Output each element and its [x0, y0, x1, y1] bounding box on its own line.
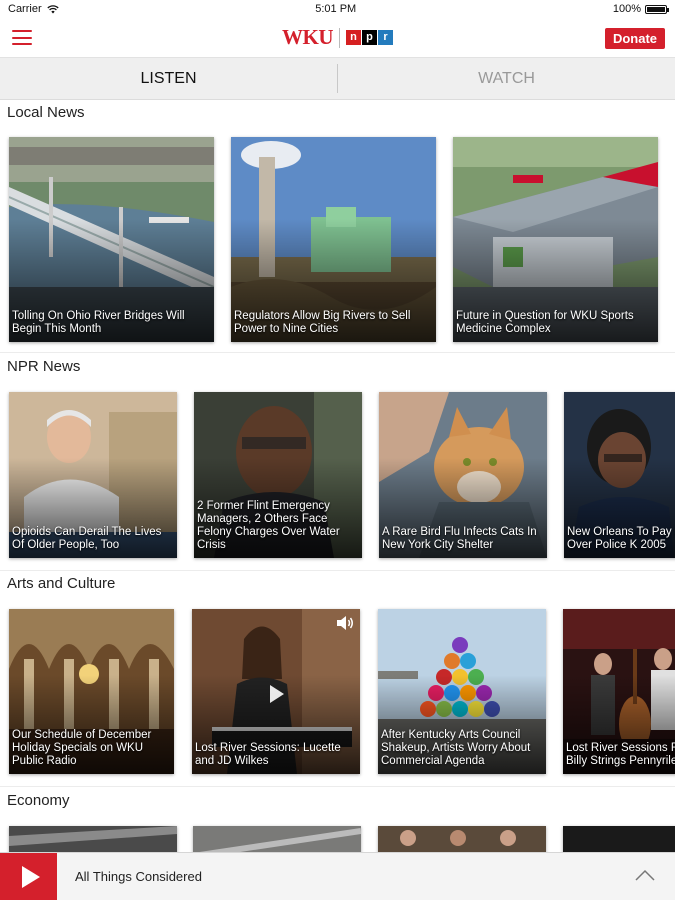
- content-feed[interactable]: Local News Tolling On Ohio River Bridges…: [0, 100, 675, 852]
- donate-button[interactable]: Donate: [604, 28, 665, 49]
- story-caption: Lost River Sessions Replay: Billy String…: [566, 742, 675, 767]
- status-left: Carrier: [8, 3, 59, 15]
- logo-npr: n p r: [346, 30, 393, 45]
- economy-photo: [378, 826, 546, 852]
- section-title-economy: Economy: [7, 792, 70, 809]
- story-tile[interactable]: Opioids Can Derail The Lives Of Older Pe…: [9, 392, 177, 558]
- status-bar: Carrier 5:01 PM 100%: [0, 0, 675, 18]
- tab-watch[interactable]: WATCH: [338, 58, 675, 99]
- battery-icon: [644, 4, 669, 14]
- play-icon: [21, 865, 40, 888]
- story-tile[interactable]: Future in Question for WKU Sports Medici…: [453, 137, 658, 342]
- story-caption: Our Schedule of December Holiday Special…: [12, 729, 152, 767]
- logo-npr-r: r: [378, 30, 393, 45]
- economy-photo: [193, 826, 361, 852]
- now-playing-title: All Things Considered: [75, 869, 202, 884]
- section-divider: [0, 570, 675, 571]
- story-caption: Regulators Allow Big Rivers to Sell Powe…: [234, 310, 411, 335]
- story-caption: Tolling On Ohio River Bridges Will Begin…: [12, 310, 185, 335]
- economy-photo: [563, 826, 675, 852]
- video-play-icon: [270, 685, 284, 703]
- chevron-up-icon[interactable]: [635, 868, 655, 882]
- logo-npr-p: p: [362, 30, 377, 45]
- story-caption: A Rare Bird Flu Infects Cats In New York…: [382, 526, 537, 551]
- story-tile[interactable]: After Kentucky Arts Council Shakeup, Art…: [378, 609, 546, 774]
- story-tile[interactable]: Regulators Allow Big Rivers to Sell Powe…: [231, 137, 436, 342]
- story-tile[interactable]: 2 Former Flint Emergency Managers, 2 Oth…: [194, 392, 362, 558]
- story-caption: Opioids Can Derail The Lives Of Older Pe…: [12, 526, 162, 551]
- play-button[interactable]: [0, 852, 57, 900]
- app-header: WKU n p r Donate: [0, 18, 675, 58]
- story-tile[interactable]: Lost River Sessions: Lucette and JD Wilk…: [192, 609, 360, 774]
- status-time: 5:01 PM: [315, 3, 357, 15]
- carrier-label: Carrier: [8, 3, 42, 15]
- wifi-icon: [46, 4, 59, 13]
- story-caption: Lost River Sessions: Lucette and JD Wilk…: [195, 742, 341, 767]
- section-divider: [0, 352, 675, 353]
- section-divider: [0, 786, 675, 787]
- story-tile[interactable]: Lost River Sessions Replay: Billy String…: [563, 609, 675, 774]
- battery-fill: [646, 6, 665, 12]
- listen-watch-tabs: LISTEN WATCH: [0, 58, 675, 100]
- status-right: 100%: [612, 3, 669, 15]
- story-caption: Future in Question for WKU Sports Medici…: [456, 310, 634, 335]
- story-caption: New Orleans To Pay Million Over Police K…: [567, 526, 675, 551]
- section-title-arts-and-culture: Arts and Culture: [7, 575, 116, 592]
- economy-photo: [9, 826, 177, 852]
- story-tile[interactable]: [378, 826, 546, 852]
- story-caption: After Kentucky Arts Council Shakeup, Art…: [381, 729, 531, 767]
- section-title-npr-news: NPR News: [7, 358, 81, 375]
- station-logo: WKU n p r: [282, 25, 393, 50]
- logo-divider: [339, 27, 340, 48]
- story-tile[interactable]: New Orleans To Pay Million Over Police K…: [564, 392, 675, 558]
- story-tile[interactable]: A Rare Bird Flu Infects Cats In New York…: [379, 392, 547, 558]
- story-tile[interactable]: Our Schedule of December Holiday Special…: [9, 609, 174, 774]
- story-tile[interactable]: [563, 826, 675, 852]
- story-caption: 2 Former Flint Emergency Managers, 2 Oth…: [197, 500, 340, 551]
- story-tile[interactable]: [9, 826, 177, 852]
- hamburger-menu-icon[interactable]: [12, 30, 32, 45]
- battery-percent: 100%: [612, 3, 641, 15]
- logo-wku: WKU: [282, 25, 334, 49]
- audio-player-bar[interactable]: All Things Considered: [0, 852, 675, 900]
- story-tile[interactable]: [193, 826, 361, 852]
- story-tile[interactable]: Tolling On Ohio River Bridges Will Begin…: [9, 137, 214, 342]
- app-screen: Carrier 5:01 PM 100% WKU n p r Donate LI…: [0, 0, 675, 900]
- tab-listen[interactable]: LISTEN: [0, 58, 337, 99]
- logo-npr-n: n: [346, 30, 361, 45]
- speaker-icon: [337, 616, 353, 630]
- section-title-local-news: Local News: [7, 104, 85, 121]
